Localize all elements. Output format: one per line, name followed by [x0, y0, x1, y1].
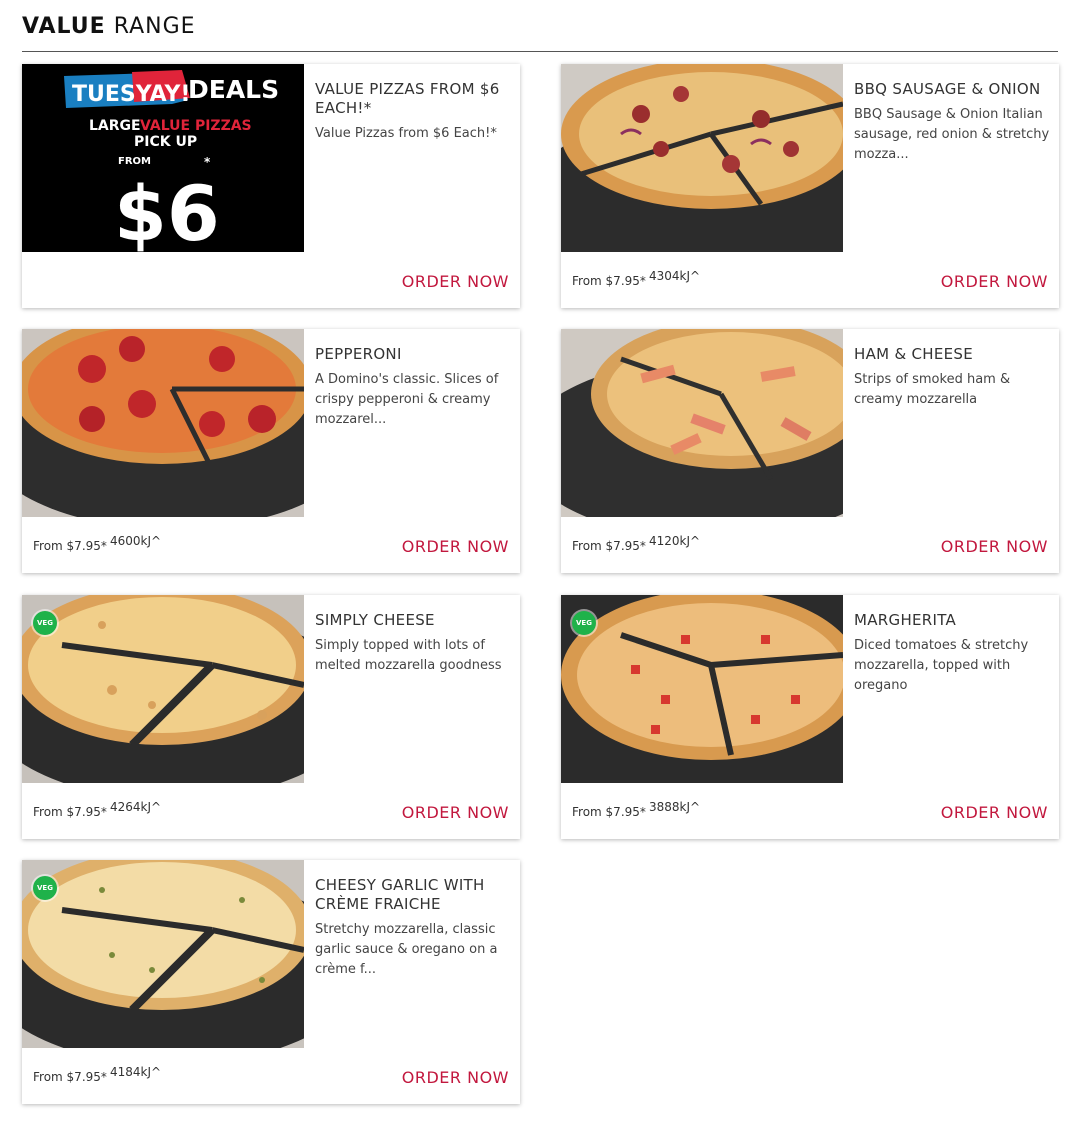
promo-line1-b: VALUE PIZZAS [140, 118, 252, 134]
product-energy: 4600kJ^ [110, 534, 162, 548]
product-card-pepperoni[interactable]: PEPPERONI A Domino's classic. Slices of … [22, 329, 520, 573]
product-title[interactable]: PEPPERONI [315, 345, 513, 364]
product-card-cheesy-garlic[interactable]: VEG CHEESY GARLIC WITH CRÈME FRAICHE Str… [22, 860, 520, 1104]
product-title[interactable]: BBQ SAUSAGE & ONION [854, 80, 1052, 99]
pizza-image-ham-cheese [561, 329, 843, 517]
product-price: From $7.95* [33, 1070, 107, 1084]
promo-price: $6 [114, 169, 220, 252]
veg-badge-icon: VEG [33, 876, 57, 900]
product-title[interactable]: SIMPLY CHEESE [315, 611, 513, 630]
veg-badge-icon: VEG [33, 611, 57, 635]
product-description: Value Pizzas from $6 Each!* [315, 126, 497, 141]
product-description: A Domino's classic. Slices of crispy pep… [315, 372, 499, 427]
product-card-bbq-sausage-onion[interactable]: BBQ SAUSAGE & ONION BBQ Sausage & Onion … [561, 64, 1059, 308]
promo-banner-image: TUESYAY! DEALS LARGE VALUE PIZZAS PICK U… [22, 64, 304, 252]
order-now-button[interactable]: ORDER NOW [402, 272, 509, 291]
order-now-button[interactable]: ORDER NOW [402, 537, 509, 556]
product-price: From $7.95* [33, 539, 107, 553]
pizza-image-pepperoni [22, 329, 304, 517]
product-description: Strips of smoked ham & creamy mozzarella [854, 372, 1011, 407]
product-energy: 4264kJ^ [110, 800, 162, 814]
pizza-image-simply-cheese [22, 595, 304, 783]
product-card-value-pizzas[interactable]: TUESYAY! DEALS LARGE VALUE PIZZAS PICK U… [22, 64, 520, 308]
product-title[interactable]: HAM & CHEESE [854, 345, 1052, 364]
section-heading: VALUE RANGE [22, 14, 196, 39]
promo-brand-part1: TUESYAY! [72, 82, 190, 107]
order-now-button[interactable]: ORDER NOW [941, 537, 1048, 556]
order-now-button[interactable]: ORDER NOW [402, 803, 509, 822]
promo-asterisk: * [204, 155, 211, 169]
product-energy: 3888kJ^ [649, 800, 701, 814]
product-description: Diced tomatoes & stretchy mozzarella, to… [854, 638, 1029, 693]
pizza-image-margherita [561, 595, 843, 783]
product-card-simply-cheese[interactable]: VEG SIMPLY CHEESE Simply topped with lot… [22, 595, 520, 839]
product-price: From $7.95* [572, 805, 646, 819]
product-description: Simply topped with lots of melted mozzar… [315, 638, 502, 673]
promo-line1-a: LARGE [89, 118, 141, 134]
section-title-light: RANGE [113, 14, 196, 39]
pizza-image-cheesy-garlic [22, 860, 304, 1048]
promo-brand-part2: DEALS [188, 75, 279, 104]
product-energy: 4120kJ^ [649, 534, 701, 548]
promo-from: FROM [118, 156, 151, 167]
product-price: From $7.95* [572, 539, 646, 553]
section-title-bold: VALUE [22, 14, 106, 39]
product-card-ham-cheese[interactable]: HAM & CHEESE Strips of smoked ham & crea… [561, 329, 1059, 573]
promo-line2: PICK UP [134, 134, 197, 150]
product-description: BBQ Sausage & Onion Italian sausage, red… [854, 107, 1050, 162]
product-card-margherita[interactable]: VEG MARGHERITA Diced tomatoes & stretchy… [561, 595, 1059, 839]
product-title[interactable]: MARGHERITA [854, 611, 1052, 630]
section-divider [22, 51, 1058, 52]
pizza-image-bbq-sausage [561, 64, 843, 252]
veg-badge-icon: VEG [572, 611, 596, 635]
product-description: Stretchy mozzarella, classic garlic sauc… [315, 922, 498, 977]
product-title[interactable]: CHEESY GARLIC WITH CRÈME FRAICHE [315, 876, 513, 914]
order-now-button[interactable]: ORDER NOW [402, 1068, 509, 1087]
product-price: From $7.95* [33, 805, 107, 819]
order-now-button[interactable]: ORDER NOW [941, 803, 1048, 822]
product-energy: 4304kJ^ [649, 269, 701, 283]
order-now-button[interactable]: ORDER NOW [941, 272, 1048, 291]
product-energy: 4184kJ^ [110, 1065, 162, 1079]
product-title[interactable]: VALUE PIZZAS FROM $6 EACH!* [315, 80, 513, 118]
product-price: From $7.95* [572, 274, 646, 288]
